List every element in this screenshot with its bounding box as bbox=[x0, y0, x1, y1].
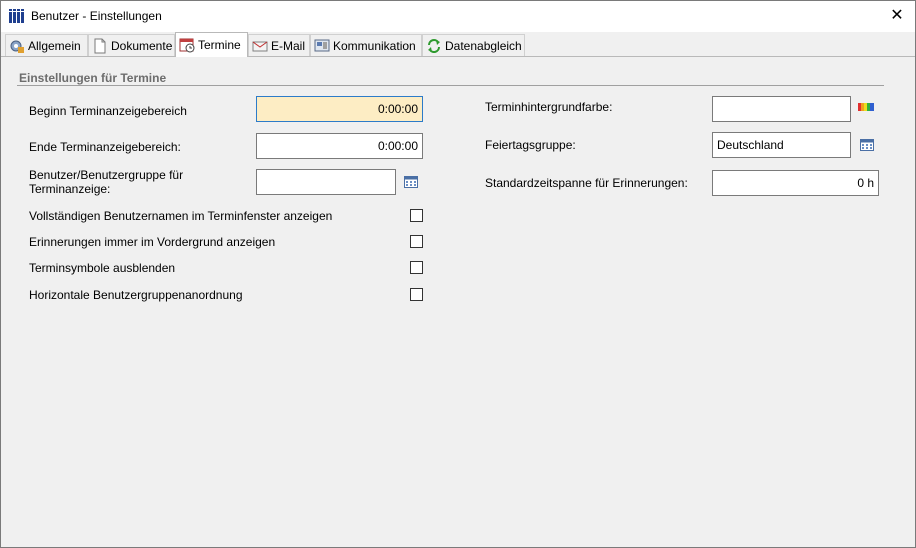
holiday-group-picker-icon[interactable] bbox=[860, 139, 874, 151]
holiday-group-input[interactable]: Deutschland bbox=[712, 132, 851, 158]
benutzergruppe-label-line2: Terminanzeige: bbox=[29, 182, 111, 196]
tab-dokumente[interactable]: Dokumente bbox=[88, 34, 175, 56]
check-label-hide-symbols: Terminsymbole ausblenden bbox=[29, 261, 176, 275]
calendar-icon bbox=[179, 38, 195, 53]
tab-email[interactable]: E-Mail bbox=[248, 34, 310, 56]
reminders-front-checkbox[interactable] bbox=[410, 235, 423, 248]
background-color-input[interactable] bbox=[712, 96, 851, 122]
mail-icon bbox=[252, 41, 268, 51]
check-label-full-name: Vollständigen Benutzernamen im Terminfen… bbox=[29, 209, 333, 223]
communication-icon bbox=[314, 39, 330, 51]
ende-time-input[interactable]: 0:00:00 bbox=[256, 133, 423, 159]
horizontal-groups-checkbox[interactable] bbox=[410, 288, 423, 301]
gear-icon bbox=[10, 40, 24, 53]
check-label-reminders-front: Erinnerungen immer im Vordergrund anzeig… bbox=[29, 235, 276, 249]
tab-allgemein[interactable]: Allgemein bbox=[5, 34, 88, 56]
erinnerung-label: Standardzeitspanne für Erinnerungen: bbox=[485, 176, 688, 190]
check-label-horizontal-groups: Horizontale Benutzergruppenanordnung bbox=[29, 288, 243, 302]
user-group-picker-icon[interactable] bbox=[404, 176, 418, 188]
settings-window: Benutzer - Einstellungen ✕ Allgemein Dok… bbox=[0, 0, 916, 548]
full-name-checkbox[interactable] bbox=[410, 209, 423, 222]
tab-strip: Allgemein Dokumente Termine E-Mail Kommu… bbox=[1, 32, 915, 57]
section-divider bbox=[17, 85, 884, 86]
hintergrundfarbe-label: Terminhintergrundfarbe: bbox=[485, 100, 613, 114]
tab-content-termine bbox=[1, 57, 915, 547]
hide-symbols-checkbox[interactable] bbox=[410, 261, 423, 274]
tab-label: Allgemein bbox=[28, 38, 81, 53]
tab-label: Kommunikation bbox=[333, 38, 416, 53]
tab-kommunikation[interactable]: Kommunikation bbox=[310, 34, 422, 56]
sync-icon bbox=[428, 38, 440, 53]
ende-label: Ende Terminanzeigebereich: bbox=[29, 140, 181, 154]
color-picker-icon[interactable] bbox=[858, 103, 874, 111]
tab-label: E-Mail bbox=[271, 38, 306, 53]
benutzergruppe-input[interactable] bbox=[256, 169, 396, 195]
beginn-label: Beginn Terminanzeigebereich bbox=[29, 104, 187, 118]
reminder-timespan-input[interactable]: 0 h bbox=[712, 170, 879, 196]
app-icon bbox=[9, 9, 24, 23]
beginn-time-input[interactable]: 0:00:00 bbox=[256, 96, 423, 122]
window-title: Benutzer - Einstellungen bbox=[31, 9, 162, 23]
close-button[interactable]: ✕ bbox=[887, 6, 907, 26]
document-icon bbox=[94, 38, 106, 53]
title-bar[interactable]: Benutzer - Einstellungen ✕ bbox=[1, 1, 915, 32]
tab-termine[interactable]: Termine bbox=[175, 32, 248, 57]
section-title: Einstellungen für Termine bbox=[19, 71, 167, 85]
feiertagsgruppe-label: Feiertagsgruppe: bbox=[485, 138, 576, 152]
tab-datenabgleich[interactable]: Datenabgleich bbox=[422, 34, 525, 56]
tab-label: Dokumente bbox=[111, 38, 173, 53]
tab-label: Termine bbox=[198, 38, 241, 52]
tab-label: Datenabgleich bbox=[445, 38, 522, 53]
benutzergruppe-label-line1: Benutzer/Benutzergruppe für bbox=[29, 168, 184, 182]
